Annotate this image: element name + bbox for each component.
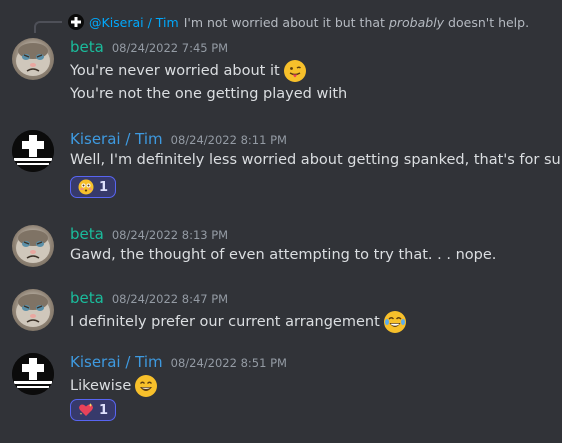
timestamp[interactable]: 08/24/2022 8:13 PM [112, 228, 228, 242]
reaction-button[interactable]: 1 [70, 176, 117, 198]
username[interactable]: Kiserai / Tim [70, 353, 163, 371]
message-content: Well, I'm definitely less worried about … [70, 152, 562, 168]
reply-author[interactable]: @Kiserai / Tim [89, 15, 179, 30]
message-content: You're not the one getting played with [70, 86, 348, 102]
message-content: Likewise [70, 375, 158, 397]
timestamp[interactable]: 08/24/2022 8:51 PM [171, 356, 287, 370]
reply-preview[interactable]: @Kiserai / Tim I'm not worried about it … [68, 13, 529, 31]
grumpy-cat-avatar-icon [16, 43, 50, 76]
username[interactable]: beta [70, 38, 104, 56]
grumpy-cat-avatar-icon [16, 230, 50, 263]
reaction-count: 1 [99, 402, 109, 418]
timestamp[interactable]: 08/24/2022 8:11 PM [171, 133, 287, 147]
tongue-out-emoji-icon[interactable] [283, 60, 306, 82]
tears-of-joy-emoji-icon[interactable] [383, 311, 406, 333]
message-content: I definitely prefer our current arrangem… [70, 311, 406, 333]
message-content: Gawd, the thought of even attempting to … [70, 247, 497, 263]
avatar[interactable] [12, 353, 54, 395]
cross-avatar-icon [12, 130, 54, 172]
avatar[interactable] [12, 289, 54, 331]
message-content: You're never worried about it [70, 60, 306, 82]
flushed-face-icon [78, 179, 94, 195]
reaction-count: 1 [99, 179, 109, 195]
avatar[interactable] [12, 130, 54, 172]
username[interactable]: beta [70, 225, 104, 243]
username[interactable]: Kiserai / Tim [70, 130, 163, 148]
avatar[interactable] [12, 38, 54, 80]
reaction-button[interactable]: 1 [70, 399, 117, 421]
avatar[interactable] [12, 225, 54, 267]
timestamp[interactable]: 08/24/2022 7:45 PM [112, 41, 228, 55]
timestamp[interactable]: 08/24/2022 8:47 PM [112, 292, 228, 306]
grumpy-cat-avatar-icon [16, 294, 50, 327]
grinning-face-emoji-icon[interactable] [135, 375, 158, 397]
cross-avatar-icon [12, 353, 54, 395]
reply-spine [34, 21, 62, 33]
cross-icon [71, 17, 81, 27]
reply-avatar [68, 14, 84, 30]
reply-text: I'm not worried about it but that probab… [183, 14, 530, 30]
sparkling-heart-icon [78, 402, 94, 418]
username[interactable]: beta [70, 289, 104, 307]
